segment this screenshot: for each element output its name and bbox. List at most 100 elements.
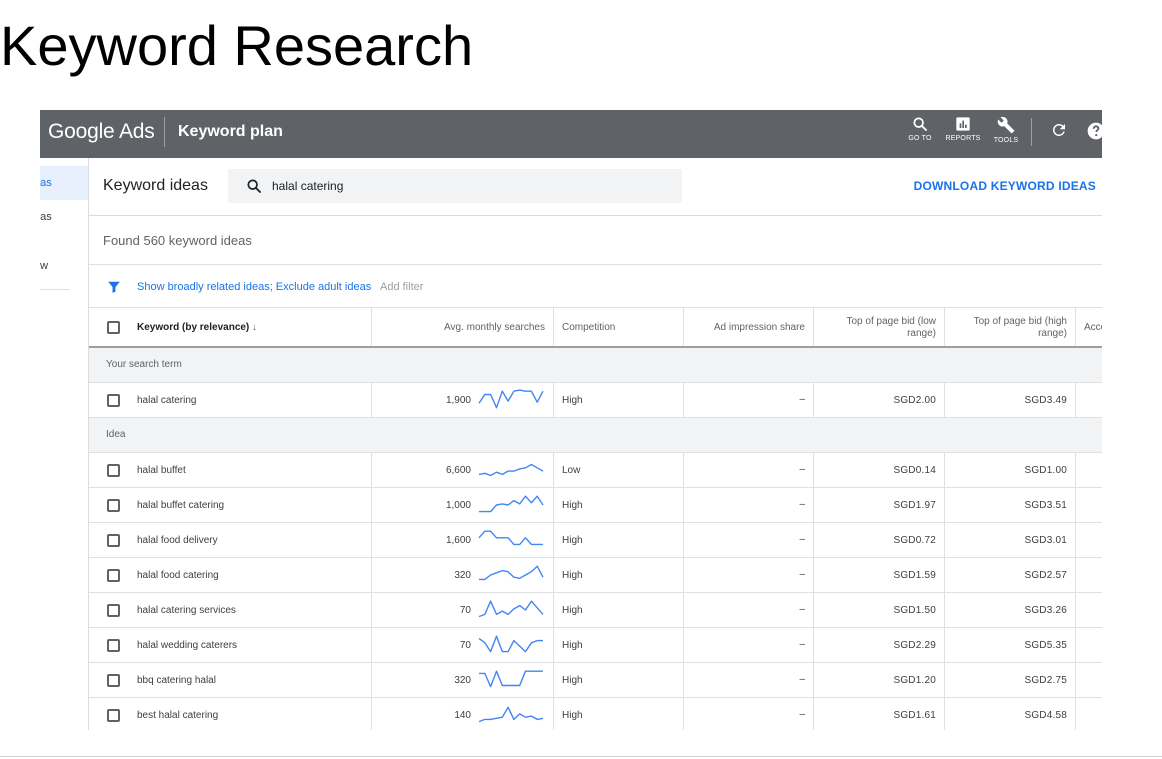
competition-cell: High [553, 488, 683, 522]
search-value: halal catering [272, 179, 344, 193]
app-bar-separator [1031, 118, 1032, 146]
brand-logo[interactable]: Google Ads [48, 119, 155, 145]
bid-low-value: SGD1.20 [893, 675, 936, 686]
impression-share-value: – [799, 604, 805, 615]
keyword-search-input[interactable]: halal catering [228, 169, 682, 203]
row-checkbox[interactable] [107, 534, 120, 547]
trend-sparkline [479, 565, 544, 581]
keyword-cell: halal food catering [89, 558, 371, 592]
applied-filters[interactable]: Show broadly related ideas; Exclude adul… [137, 280, 371, 294]
reports-label: REPORTS [945, 135, 981, 142]
col-impression-share[interactable]: Ad impression share [683, 308, 813, 346]
col-avg-label: Avg. monthly searches [444, 322, 545, 333]
trend-sparkline [478, 463, 544, 477]
nav-item-keyword-ideas[interactable]: eas [40, 166, 88, 200]
col-bid-low[interactable]: Top of page bid (low range) [813, 308, 944, 346]
impression-share-cell: – [683, 488, 813, 522]
help-icon[interactable] [1086, 121, 1102, 141]
bid-high-value: SGD2.75 [1024, 675, 1067, 686]
group-label: Idea [106, 429, 126, 440]
row-checkbox[interactable] [107, 499, 120, 512]
account-status-cell [1075, 698, 1102, 730]
row-checkbox[interactable] [107, 674, 120, 687]
table-row[interactable]: halal buffet 6,600 Low – SGD0.14 SGD1.00 [89, 453, 1102, 488]
nav-item-overview[interactable]: ew [40, 249, 88, 283]
download-keyword-ideas-button[interactable]: DOWNLOAD KEYWORD IDEAS [914, 179, 1096, 193]
bid-high-cell: SGD3.01 [944, 523, 1075, 557]
search-volume: 1,000 [445, 500, 471, 511]
col-keyword[interactable]: Keyword (by relevance) ↓ [89, 308, 371, 346]
row-checkbox[interactable] [107, 464, 120, 477]
impression-share-value: – [799, 639, 805, 650]
row-checkbox[interactable] [107, 709, 120, 722]
reports-button[interactable]: REPORTS [943, 116, 983, 152]
tools-label: TOOLS [993, 137, 1019, 144]
competition-cell: High [553, 558, 683, 592]
bid-low-cell: SGD2.29 [813, 628, 944, 662]
bid-high-cell: SGD3.49 [944, 383, 1075, 417]
table-row[interactable]: halal catering services 70 High – SGD1.50 SGD… [89, 593, 1102, 628]
search-volume: 140 [454, 710, 471, 721]
row-checkbox[interactable] [107, 639, 120, 652]
col-avg-searches[interactable]: Avg. monthly searches [371, 308, 553, 346]
table-row[interactable]: halal catering 1,900 High – SGD2.00 SGD3.49 [89, 383, 1102, 418]
row-checkbox[interactable] [107, 394, 120, 407]
section-title: Keyword ideas [103, 177, 208, 194]
keyword-text: halal catering services [137, 605, 236, 616]
competition-cell: Low [553, 453, 683, 487]
col-bid-low-line2: range) [907, 328, 936, 339]
col-account-status[interactable]: Acco [1075, 308, 1102, 346]
impression-share-cell: – [683, 698, 813, 730]
account-status-cell [1075, 453, 1102, 487]
goto-button[interactable]: GO TO [900, 116, 940, 152]
trend-sparkline [479, 670, 543, 688]
bid-high-value: SGD3.26 [1024, 605, 1067, 616]
sort-arrow-icon: ↓ [252, 322, 258, 333]
col-bid-low-label: Top of page bid (low range) [846, 316, 936, 340]
avg-searches-cell: 70 [371, 628, 553, 662]
col-bid-high[interactable]: Top of page bid (high range) [944, 308, 1075, 346]
row-checkbox[interactable] [107, 569, 120, 582]
table-row[interactable]: halal food delivery 1,600 High – SGD0.72 SGD3… [89, 523, 1102, 558]
bid-low-value: SGD2.29 [893, 640, 936, 651]
bid-high-value: SGD2.57 [1024, 570, 1067, 581]
account-status-cell [1075, 593, 1102, 627]
bid-high-value: SGD3.51 [1024, 500, 1067, 511]
search-volume: 1,900 [445, 395, 471, 406]
avg-searches-cell: 320 [371, 663, 553, 697]
keyword-cell: halal food delivery [89, 523, 371, 557]
impression-share-value: – [799, 709, 805, 720]
table-row[interactable]: best halal catering 140 High – SGD1.61 SGD4.5… [89, 698, 1102, 730]
add-filter-button[interactable]: Add filter [380, 280, 423, 294]
keyword-text: halal buffet [137, 465, 186, 476]
keyword-cell: halal wedding caterers [89, 628, 371, 662]
keyword-text: bbq catering halal [137, 675, 216, 686]
table-row[interactable]: halal buffet catering 1,000 High – SGD1.97 SG… [89, 488, 1102, 523]
bid-high-cell: SGD1.00 [944, 453, 1075, 487]
keyword-cell: halal buffet catering [89, 488, 371, 522]
keyword-cell: bbq catering halal [89, 663, 371, 697]
table-row[interactable]: bbq catering halal 320 High – SGD1.20 SGD2.75 [89, 663, 1102, 698]
filter-icon[interactable] [107, 280, 121, 294]
idea-rows: halal buffet 6,600 Low – SGD0.14 SGD1.00 halal… [89, 453, 1102, 730]
impression-share-cell: – [683, 453, 813, 487]
bid-high-value: SGD3.49 [1024, 395, 1067, 406]
search-volume: 320 [454, 570, 471, 581]
competition-cell: High [553, 628, 683, 662]
table-row[interactable]: halal food catering 320 High – SGD1.59 SGD2.5… [89, 558, 1102, 593]
bid-high-value: SGD5.35 [1024, 640, 1067, 651]
impression-share-value: – [799, 569, 805, 580]
trend-sparkline [479, 495, 544, 513]
col-competition[interactable]: Competition [553, 308, 683, 346]
competition-cell: High [553, 523, 683, 557]
account-status-cell [1075, 383, 1102, 417]
table-row[interactable]: halal wedding caterers 70 High – SGD2.29 SGD5… [89, 628, 1102, 663]
select-all-checkbox[interactable] [107, 321, 120, 334]
app-bar: Google Ads Keyword plan GO TO REPORTS TO… [40, 110, 1102, 158]
tools-button[interactable]: TOOLS [986, 116, 1026, 152]
row-checkbox[interactable] [107, 604, 120, 617]
bid-low-value: SGD0.14 [893, 465, 936, 476]
refresh-icon[interactable] [1050, 121, 1068, 139]
impression-share-cell: – [683, 663, 813, 697]
nav-item-ad-group-ideas[interactable]: eas [40, 200, 88, 234]
